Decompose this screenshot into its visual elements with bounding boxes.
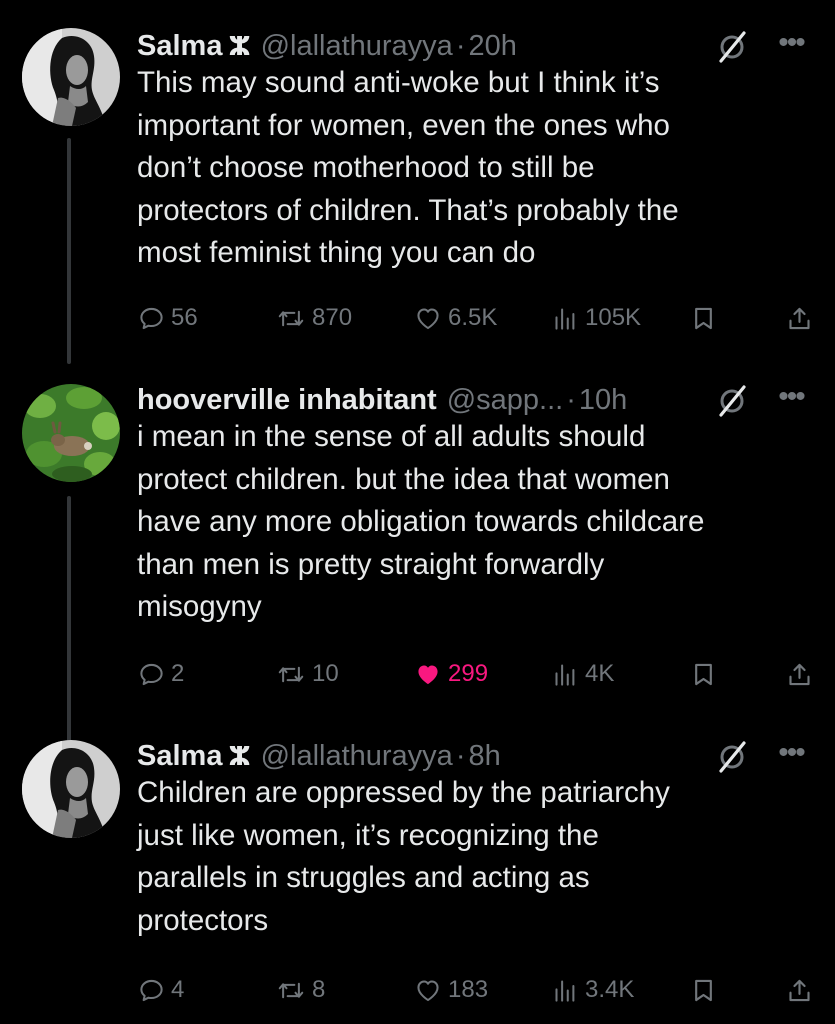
repost-button[interactable]: 870 (276, 298, 352, 338)
share-button[interactable] (786, 298, 813, 338)
separator-dot: · (566, 383, 576, 416)
display-name[interactable]: hooverville inhabitant (137, 384, 437, 417)
separator-dot: · (455, 29, 466, 62)
views-icon (552, 977, 579, 1004)
grok-icon[interactable] (717, 384, 747, 418)
bookmark-icon (690, 661, 717, 688)
heart-icon (414, 977, 442, 1004)
views-button[interactable]: 4K (552, 654, 614, 694)
reply-icon (138, 977, 165, 1004)
view-count: 3.4K (585, 976, 635, 1003)
separator-dot: · (455, 739, 466, 772)
like-button[interactable]: 183 (414, 970, 488, 1010)
views-button[interactable]: 3.4K (552, 970, 634, 1010)
tweet[interactable]: Salma ⵣ @lallathurayya · 20h ••• This ma… (0, 26, 835, 364)
view-count: 105K (585, 304, 642, 331)
like-button[interactable]: 6.5K (414, 298, 497, 338)
like-button[interactable]: 299 (414, 654, 488, 694)
bookmark-icon (690, 305, 717, 332)
tweet-header: Salma ⵣ @lallathurayya · 8h (137, 736, 501, 776)
handle[interactable]: @sapp... (447, 384, 564, 417)
timestamp[interactable]: 10h (579, 384, 627, 417)
action-bar: 56 870 6.5K 105K (0, 298, 835, 338)
heart-icon (414, 305, 442, 332)
heart-icon (414, 661, 442, 688)
tweet-text: Children are oppressed by the patriarchy… (137, 776, 670, 937)
repost-count: 8 (312, 976, 326, 1003)
action-bar: 2 10 299 4K (0, 654, 835, 694)
handle[interactable]: @lallathurayya (261, 740, 453, 773)
grok-icon[interactable] (717, 30, 747, 64)
share-icon (786, 977, 813, 1004)
timestamp[interactable]: 20h (469, 30, 517, 63)
action-bar: 4 8 183 3.4K (0, 970, 835, 1010)
repost-icon (276, 661, 306, 688)
repost-icon (276, 305, 306, 332)
bookmark-icon (690, 977, 717, 1004)
name-symbol: ⵣ (228, 30, 251, 61)
repost-count: 10 (312, 660, 339, 687)
tweet[interactable]: Salma ⵣ @lallathurayya · 8h ••• Children… (0, 736, 835, 1024)
reply-count: 56 (171, 304, 198, 331)
tweet[interactable]: hooverville inhabitant @sapp... · 10h ••… (0, 380, 835, 750)
share-icon (786, 661, 813, 688)
repost-icon (276, 977, 306, 1004)
views-icon (552, 305, 579, 332)
views-button[interactable]: 105K (552, 298, 641, 338)
reply-button[interactable]: 2 (138, 654, 184, 694)
reply-icon (138, 305, 165, 332)
like-count: 299 (448, 660, 489, 687)
tweet-header: hooverville inhabitant @sapp... · 10h (137, 380, 627, 420)
more-icon[interactable]: ••• (777, 382, 806, 418)
grok-icon[interactable] (717, 740, 747, 774)
tweet-header: Salma ⵣ @lallathurayya · 20h (137, 26, 517, 66)
view-count: 4K (585, 660, 615, 687)
avatar[interactable] (22, 740, 120, 838)
handle[interactable]: @lallathurayya (261, 30, 453, 63)
thread-line (67, 496, 71, 750)
reply-button[interactable]: 56 (138, 298, 198, 338)
bookmark-button[interactable] (690, 298, 717, 338)
bookmark-button[interactable] (690, 970, 717, 1010)
repost-button[interactable]: 10 (276, 654, 339, 694)
more-icon[interactable]: ••• (777, 28, 806, 64)
reply-count: 2 (171, 660, 185, 687)
more-icon[interactable]: ••• (777, 738, 806, 774)
like-count: 6.5K (448, 304, 498, 331)
like-count: 183 (448, 976, 489, 1003)
share-icon (786, 305, 813, 332)
display-name[interactable]: Salma (137, 30, 222, 63)
tweet-text: i mean in the sense of all adults should… (137, 420, 705, 623)
reply-button[interactable]: 4 (138, 970, 184, 1010)
views-icon (552, 661, 579, 688)
share-button[interactable] (786, 654, 813, 694)
repost-button[interactable]: 8 (276, 970, 325, 1010)
tweet-text: This may sound anti-woke but I think it’… (137, 66, 679, 269)
timestamp[interactable]: 8h (469, 740, 501, 773)
bookmark-button[interactable] (690, 654, 717, 694)
reply-count: 4 (171, 976, 185, 1003)
reply-icon (138, 661, 165, 688)
share-button[interactable] (786, 970, 813, 1010)
name-symbol: ⵣ (228, 740, 251, 771)
display-name[interactable]: Salma (137, 740, 222, 773)
avatar[interactable] (22, 28, 120, 126)
avatar[interactable] (22, 384, 120, 482)
repost-count: 870 (312, 304, 353, 331)
